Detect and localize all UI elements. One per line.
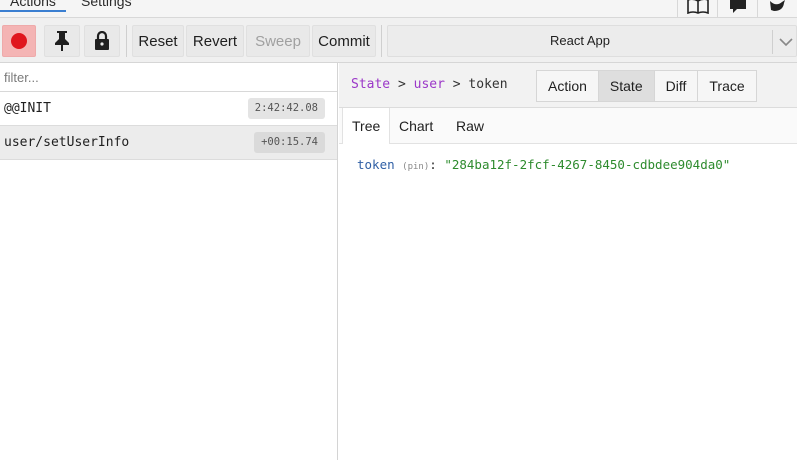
tree-colon: : [429,157,437,172]
commit-button[interactable]: Commit [312,25,376,57]
action-list-pane: @@INIT 2:42:42.08 user/setUserInfo +00:1… [0,63,338,460]
tab-raw[interactable]: Raw [447,108,493,144]
top-icon-group [677,0,797,18]
tab-actions[interactable]: Actions [0,0,66,12]
breadcrumb-separator: > [452,77,461,92]
breadcrumb-token: token [468,77,508,92]
tab-tree[interactable]: Tree [342,108,391,144]
twitter-icon[interactable] [757,0,797,18]
state-subtabs: Tree Chart Raw [339,108,797,144]
chevron-down-icon[interactable] [772,30,797,54]
inspector-pane: State > user > token Action State Diff T… [339,63,797,460]
chat-icon[interactable] [717,0,757,18]
breadcrumb: State > user > token [351,77,508,92]
tab-action[interactable]: Action [536,70,599,102]
lock-icon [95,31,109,50]
tab-trace[interactable]: Trace [698,70,757,102]
reset-button[interactable]: Reset [132,25,184,57]
tree-pin-marker[interactable]: (pin) [402,162,429,172]
filter-input[interactable] [0,63,337,92]
breadcrumb-user[interactable]: user [414,77,445,92]
tree-key[interactable]: token [357,157,395,172]
tree-value: "284ba12f-2fcf-4267-8450-cdbdee904da0" [444,157,731,172]
pin-button[interactable] [44,25,80,57]
action-name: user/setUserInfo [4,135,130,150]
tab-settings[interactable]: Settings [81,0,132,9]
action-row[interactable]: @@INIT 2:42:42.08 [0,92,337,126]
toolbar-divider [126,25,127,57]
sweep-button[interactable]: Sweep [246,25,310,57]
record-icon [11,33,27,49]
top-tab-bar: Actions Settings [0,0,797,18]
action-timestamp[interactable]: +00:15.74 [254,132,325,153]
breadcrumb-state[interactable]: State [351,77,390,92]
lock-button[interactable] [84,25,120,57]
tab-chart[interactable]: Chart [390,108,442,144]
tab-state[interactable]: State [598,70,655,102]
toolbar: Reset Revert Sweep Commit React App [0,18,797,63]
state-tree: token (pin): "284ba12f-2fcf-4267-8450-cd… [357,157,730,172]
action-timestamp[interactable]: 2:42:42.08 [247,98,325,119]
tab-diff[interactable]: Diff [654,70,699,102]
pin-icon [55,31,69,51]
action-row-selected[interactable]: user/setUserInfo +00:15.74 [0,126,337,160]
action-name: @@INIT [4,101,51,116]
inspector-header: State > user > token Action State Diff T… [339,63,797,108]
record-button[interactable] [2,25,36,57]
revert-button[interactable]: Revert [186,25,244,57]
instance-select[interactable]: React App [387,25,797,57]
breadcrumb-separator: > [397,77,406,92]
book-icon[interactable] [677,0,717,18]
toolbar-divider [381,25,382,57]
inspector-view-tabs: Action State Diff Trace [536,70,757,102]
instance-select-label: React App [550,33,610,48]
